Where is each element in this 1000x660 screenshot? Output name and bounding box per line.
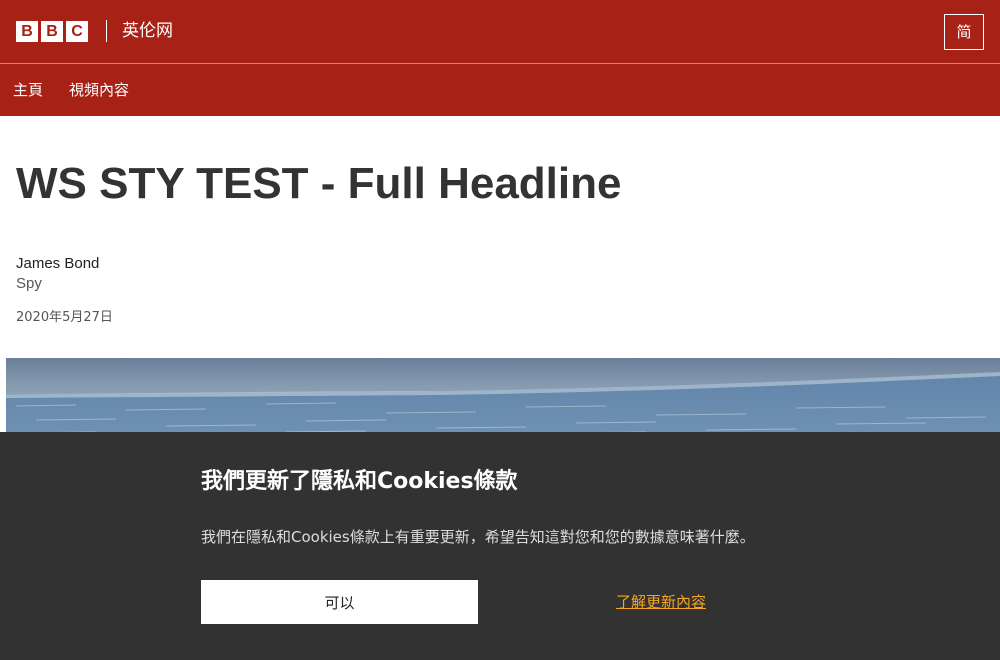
hero-image	[6, 358, 1000, 438]
main-nav: 主頁 視頻內容	[0, 63, 1000, 116]
logo-letter-b2: B	[41, 21, 63, 42]
script-switch-button[interactable]: 简	[944, 14, 984, 50]
cookie-banner-title: 我們更新了隱私和Cookies條款	[201, 469, 518, 494]
accept-cookies-button[interactable]: 可以	[201, 580, 478, 624]
masthead: B B C 英伦网 简	[0, 0, 1000, 63]
learn-more-link[interactable]: 了解更新內容	[616, 592, 706, 612]
author-role: Spy	[16, 275, 42, 292]
hero-image-graphic	[6, 358, 1000, 438]
cookie-banner: 我們更新了隱私和Cookies條款 我們在隱私和Cookies條款上有重要更新，…	[0, 432, 1000, 660]
nav-item-video[interactable]: 視頻內容	[69, 80, 129, 100]
page-title: WS STY TEST - Full Headline	[16, 159, 622, 208]
service-name[interactable]: 英伦网	[122, 20, 173, 42]
cookie-banner-body: 我們在隱私和Cookies條款上有重要更新，希望告知這對您和您的數據意味著什麼。	[201, 528, 755, 546]
logo-letter-b1: B	[16, 21, 38, 42]
publish-date: 2020年5月27日	[16, 310, 113, 325]
logo-divider	[106, 20, 107, 42]
logo-letter-c: C	[66, 21, 88, 42]
author-name: James Bond	[16, 255, 100, 272]
bbc-logo[interactable]: B B C	[16, 21, 88, 42]
nav-item-home[interactable]: 主頁	[13, 80, 43, 100]
